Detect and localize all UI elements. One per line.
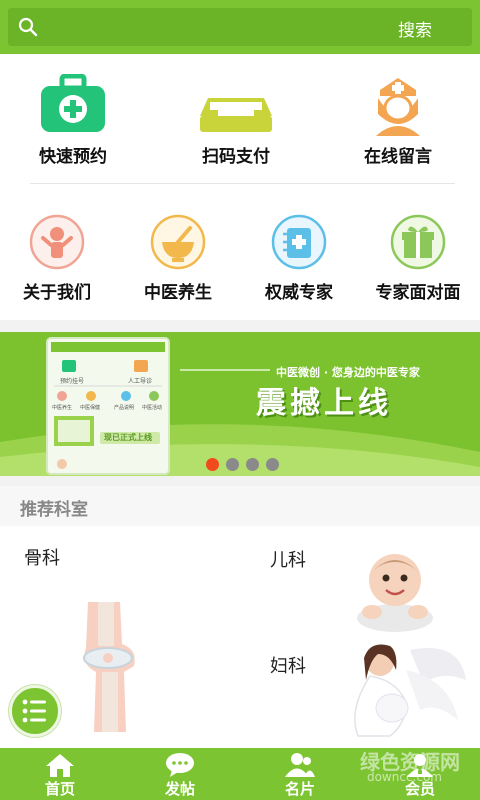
grid-item-tcm-wellness[interactable]: 中医养生	[118, 212, 238, 303]
carousel-dot-3[interactable]	[246, 458, 259, 471]
banner-headline: 震撼上线	[256, 386, 392, 421]
banner-phone-item-2: 人工导诊	[128, 378, 153, 385]
department-list: 骨科 儿科 妇科	[0, 526, 480, 748]
nav-item-post[interactable]: 发帖	[120, 748, 240, 800]
nav-item-home[interactable]: 首页	[0, 748, 120, 800]
list-menu-icon	[22, 699, 46, 723]
carousel-dot-2[interactable]	[226, 458, 239, 471]
nurse-icon	[376, 78, 420, 136]
section-title: 推荐科室	[20, 500, 88, 520]
department-label: 儿科	[270, 550, 306, 571]
grid-item-quick-booking[interactable]: 快速预约	[13, 74, 133, 167]
watermark-url: downcc.com	[366, 770, 442, 784]
nav-label: 首页	[44, 780, 75, 798]
promo-banner[interactable]: 预约挂号 人工导诊 中医养生 中医保健 产品说明 中医活动 现已正式上线 中医微…	[0, 332, 480, 476]
pregnant-woman-image	[354, 644, 466, 737]
tray-icon	[200, 98, 272, 132]
search-button[interactable]: 搜索	[398, 16, 432, 41]
search-bar[interactable]: 搜索	[8, 8, 472, 46]
banner-phone-item-6: 中医活动	[142, 405, 163, 411]
chat-bubble-icon	[166, 753, 194, 777]
header-bar: 搜索	[0, 0, 480, 54]
grid-divider	[30, 183, 455, 184]
mortar-bowl-icon	[150, 214, 206, 270]
section-header: 推荐科室	[0, 486, 480, 526]
grid-item-label: 扫码支付	[202, 147, 270, 167]
banner-phone-item-1: 预约挂号	[60, 378, 85, 385]
expert-book-icon	[271, 214, 327, 270]
feature-grid: 快速预约 扫码支付 在线留言 关于我们 中医养生 权威专家 专家面对面	[0, 54, 480, 320]
grid-item-label: 权威专家	[265, 283, 333, 303]
search-icon	[18, 17, 38, 37]
grid-item-scan-pay[interactable]: 扫码支付	[176, 74, 296, 167]
department-gynecology[interactable]: 妇科	[240, 636, 480, 748]
app-screen: 搜索 快速预约 扫码支付 在线留言 关于我们 中医养生 权威专家 专家面对面 预…	[0, 0, 480, 800]
floating-menu-button[interactable]	[9, 685, 61, 737]
gift-icon	[390, 214, 446, 270]
carousel-dot-4[interactable]	[266, 458, 279, 471]
grid-item-label: 快速预约	[39, 147, 107, 167]
person-icon	[29, 214, 85, 270]
grid-item-label: 专家面对面	[375, 283, 461, 303]
medical-kit-icon	[41, 74, 105, 132]
banner-phone-item-5: 产品说明	[114, 405, 135, 411]
grid-item-face-to-face[interactable]: 专家面对面	[358, 212, 478, 303]
grid-item-online-message[interactable]: 在线留言	[338, 74, 458, 167]
banner-phone-promo: 现已正式上线	[104, 433, 152, 442]
home-icon	[46, 754, 74, 777]
grid-item-about-us[interactable]: 关于我们	[0, 212, 117, 303]
banner-phone-item-4: 中医保健	[80, 405, 101, 411]
nav-label: 名片	[284, 780, 315, 798]
grid-item-label: 关于我们	[23, 283, 91, 303]
grid-item-authority-experts[interactable]: 权威专家	[239, 212, 359, 303]
department-pediatrics[interactable]: 儿科	[240, 526, 480, 636]
department-label: 骨科	[24, 548, 60, 569]
contacts-icon	[285, 753, 315, 777]
banner-phone-item-3: 中医养生	[52, 405, 73, 411]
knee-joint-image	[83, 602, 135, 732]
baby-image	[357, 554, 433, 632]
carousel-dot-1[interactable]	[206, 458, 219, 471]
department-label: 妇科	[270, 656, 306, 677]
grid-item-label: 中医养生	[144, 283, 212, 303]
nav-label: 发帖	[164, 780, 195, 798]
nav-item-card[interactable]: 名片	[240, 748, 360, 800]
grid-item-label: 在线留言	[364, 147, 432, 167]
